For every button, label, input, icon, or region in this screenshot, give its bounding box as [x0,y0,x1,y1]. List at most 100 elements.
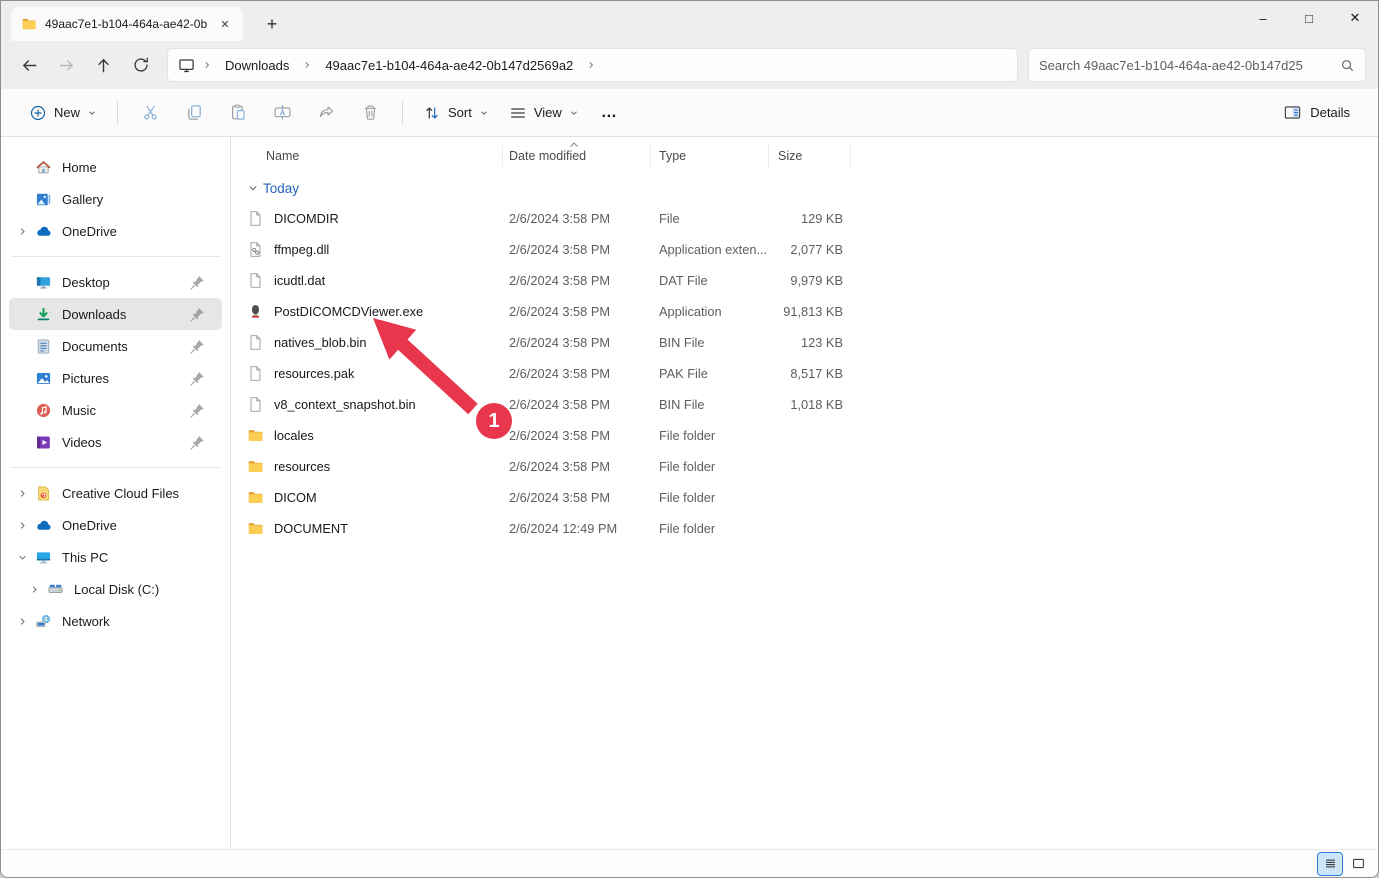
minimize-button[interactable]: – [1240,1,1286,35]
expander-spacer [9,274,35,290]
column-header-size[interactable]: Size [769,145,851,167]
new-tab-button[interactable]: + [257,9,287,39]
chevron-right-icon[interactable] [9,517,35,533]
refresh-icon[interactable] [122,48,159,82]
file-date: 2/6/2024 12:49 PM [503,521,651,536]
file-row-resources-pak[interactable]: resources.pak2/6/2024 3:58 PMPAK File8,5… [247,358,1378,389]
sidebar-item-videos[interactable]: Videos [9,426,222,458]
details-view-toggle[interactable] [1318,853,1342,875]
file-row-natives-blob-bin[interactable]: natives_blob.bin2/6/2024 3:58 PMBIN File… [247,327,1378,358]
file-row-ffmpeg-dll[interactable]: ffmpeg.dll2/6/2024 3:58 PMApplication ex… [247,234,1378,265]
sidebar-item-network[interactable]: Network [9,605,222,637]
sidebar-item-label: OneDrive [62,518,216,533]
copy-icon [185,103,204,122]
explorer-tab[interactable]: 49aac7e1-b104-464a-ae42-0b1 ✕ [11,7,243,41]
delete-button[interactable] [348,96,392,130]
sidebar-separator [11,467,220,468]
file-date: 2/6/2024 3:58 PM [503,211,651,226]
search-input[interactable] [1039,58,1340,73]
home-icon [35,159,52,176]
pictures-icon [35,370,52,387]
chevron-down-icon[interactable] [9,549,35,565]
file-name: DICOMDIR [274,211,339,226]
file-name-cell: natives_blob.bin [247,334,503,351]
sidebar-item-this-pc[interactable]: This PC [9,541,222,573]
chevron-right-icon[interactable] [9,485,35,501]
this-pc-monitor-icon[interactable] [178,57,195,74]
column-label: Name [266,149,299,163]
cut-button[interactable] [128,96,172,130]
column-label: Type [659,149,686,163]
file-row-postdicomcdviewer-exe[interactable]: PostDICOMCDViewer.exe2/6/2024 3:58 PMApp… [247,296,1378,327]
tab-close-icon[interactable]: ✕ [215,14,235,34]
chevron-right-icon[interactable] [21,581,47,597]
file-date: 2/6/2024 3:58 PM [503,428,651,443]
share-button[interactable] [304,96,348,130]
back-icon[interactable] [11,48,48,82]
close-button[interactable]: ✕ [1332,1,1378,35]
sidebar-item-label: Creative Cloud Files [62,486,216,501]
sidebar-item-onedrive[interactable]: OneDrive [9,509,222,541]
group-label: Today [263,181,299,196]
up-icon[interactable] [85,48,122,82]
file-name-cell: v8_context_snapshot.bin [247,396,503,413]
sidebar-item-documents[interactable]: Documents [9,330,222,362]
file-name: resources [274,459,330,474]
new-button-label: New [54,105,80,120]
sidebar-item-downloads[interactable]: Downloads [9,298,222,330]
file-row-locales[interactable]: locales2/6/2024 3:58 PMFile folder [247,420,1378,451]
desktop-icon [35,274,52,291]
new-button[interactable]: New [19,98,107,128]
address-bar[interactable]: Downloads 49aac7e1-b104-464a-ae42-0b147d… [167,48,1018,82]
expander-spacer [9,370,35,386]
file-row-icudtl-dat[interactable]: icudtl.dat2/6/2024 3:58 PMDAT File9,979 … [247,265,1378,296]
sidebar-item-onedrive[interactable]: OneDrive [9,215,222,247]
chevron-right-icon[interactable] [9,613,35,629]
file-row-v8-context-snapshot-bin[interactable]: v8_context_snapshot.bin2/6/2024 3:58 PMB… [247,389,1378,420]
file-type: BIN File [651,335,769,350]
sidebar-item-label: Network [62,614,216,629]
chevron-right-icon[interactable] [9,223,35,239]
sidebar-item-creative-cloud-files[interactable]: Creative Cloud Files [9,477,222,509]
breadcrumb-downloads[interactable]: Downloads [219,55,295,76]
file-row-document[interactable]: DOCUMENT2/6/2024 12:49 PMFile folder [247,513,1378,544]
sort-ascending-caret-icon [568,138,580,152]
sidebar-item-desktop[interactable]: Desktop [9,266,222,298]
details-pane-button[interactable]: Details [1273,97,1360,128]
view-lines-icon [509,104,527,122]
thumbnail-view-toggle[interactable] [1346,853,1370,875]
file-size: 1,018 KB [769,397,851,412]
search-icon[interactable] [1340,58,1355,73]
documents-icon [35,338,52,355]
sort-button[interactable]: Sort [413,98,499,128]
maximize-button[interactable]: □ [1286,1,1332,35]
more-options-button[interactable]: … [589,104,631,122]
column-header-date-modified[interactable]: Date modified [503,145,651,167]
file-row-dicom[interactable]: DICOM2/6/2024 3:58 PMFile folder [247,482,1378,513]
rename-button[interactable] [260,96,304,130]
copy-button[interactable] [172,96,216,130]
creative-cloud-icon [35,485,52,502]
file-size: 9,979 KB [769,273,851,288]
forward-icon[interactable] [48,48,85,82]
chevron-down-icon[interactable] [247,182,259,194]
breadcrumb-current-folder[interactable]: 49aac7e1-b104-464a-ae42-0b147d2569a2 [319,55,579,76]
chevron-right-icon [199,60,215,70]
column-header-name[interactable]: Name [247,145,503,167]
column-header-type[interactable]: Type [651,145,769,167]
details-pane-icon [1283,103,1302,122]
sidebar-item-gallery[interactable]: Gallery [9,183,222,215]
folder-icon [247,520,264,537]
sidebar-item-home[interactable]: Home [9,151,222,183]
sidebar-item-pictures[interactable]: Pictures [9,362,222,394]
pin-icon [189,306,206,323]
group-header-today[interactable]: Today [247,173,1378,203]
view-button[interactable]: View [499,98,589,128]
file-row-resources[interactable]: resources2/6/2024 3:58 PMFile folder [247,451,1378,482]
sidebar-item-music[interactable]: Music [9,394,222,426]
search-box[interactable] [1028,48,1366,82]
sort-arrows-icon [423,104,441,122]
paste-button[interactable] [216,96,260,130]
sidebar-item-local-disk-c[interactable]: Local Disk (C:) [21,573,222,605]
file-row-dicomdir[interactable]: DICOMDIR2/6/2024 3:58 PMFile129 KB [247,203,1378,234]
